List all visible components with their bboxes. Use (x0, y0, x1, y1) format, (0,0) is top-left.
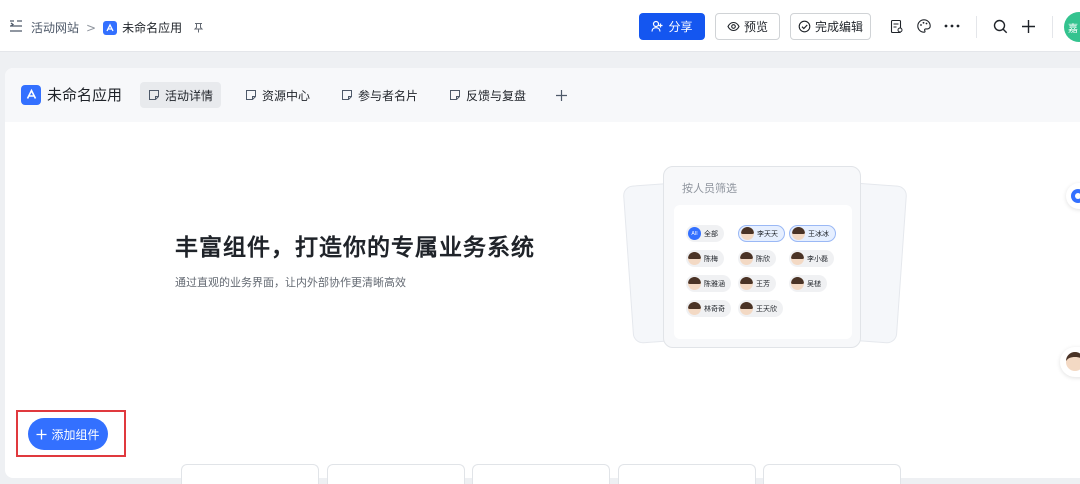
chip-label: 全部 (704, 229, 718, 238)
share-button[interactable]: 分享 (639, 13, 705, 40)
person-chip: 李天天 (738, 225, 785, 242)
page-icon (342, 90, 352, 100)
breadcrumb-separator: > (86, 20, 97, 35)
chip-label: 陈雅涵 (704, 279, 725, 288)
app-logo-icon (21, 84, 41, 105)
share-button-label: 分享 (668, 20, 693, 34)
page-icon (149, 90, 159, 100)
search-icon[interactable] (990, 16, 1010, 36)
app-title: 未命名应用 (21, 84, 122, 105)
component-card[interactable] (763, 464, 901, 484)
chip-label: 王天欣 (756, 304, 777, 313)
sidebar-toggle-icon[interactable] (9, 19, 23, 33)
user-add-icon (651, 20, 663, 32)
tab-label: 活动详情 (165, 88, 214, 103)
toolbar-divider (976, 16, 977, 38)
people-filter-illustration: 按人员筛选 All 全部 李天天 王冰冰 陈梅 陈欣 李小磊 陈雅涵 王芳 吴槌… (620, 162, 910, 362)
tab-label: 反馈与复盘 (466, 88, 527, 103)
pin-icon[interactable] (193, 18, 204, 37)
chip-label: 王芳 (756, 279, 770, 288)
toolbar-divider-2 (1052, 16, 1053, 38)
preview-button[interactable]: 预览 (715, 13, 780, 40)
person-chip: 陈梅 (686, 250, 724, 267)
tab-activity-details[interactable]: 活动详情 (140, 82, 222, 108)
chip-label: 李小磊 (807, 254, 828, 263)
filter-chip-area: All 全部 李天天 王冰冰 陈梅 陈欣 李小磊 陈雅涵 王芳 吴槌 林奇奇 王… (674, 205, 852, 339)
page-icon (450, 90, 460, 100)
component-card[interactable] (618, 464, 756, 484)
person-chip: 林奇奇 (686, 300, 731, 317)
chip-avatar: All (688, 227, 701, 240)
floating-assistant-button[interactable] (1066, 183, 1080, 209)
chip-label: 王冰冰 (808, 229, 829, 238)
assistant-icon (1071, 189, 1080, 203)
app-header: 未命名应用 活动详情 资源中心 参与者名片 反馈与复盘 (5, 68, 1080, 122)
person-chip: 陈欣 (738, 250, 776, 267)
preview-button-label: 预览 (743, 20, 768, 34)
chip-label: 吴槌 (807, 279, 821, 288)
person-chip: 王冰冰 (789, 225, 836, 242)
chip-label: 陈欣 (756, 254, 770, 263)
more-icon[interactable] (942, 16, 962, 36)
finish-editing-label: 完成编辑 (814, 20, 863, 34)
person-chip: 王芳 (738, 275, 776, 292)
add-component-button[interactable]: 添加组件 (28, 418, 108, 450)
component-card[interactable] (181, 464, 319, 484)
chip-label: 陈梅 (704, 254, 718, 263)
filter-panel-title: 按人员筛选 (682, 182, 737, 195)
person-chip: 李小磊 (789, 250, 834, 267)
avatar-icon (1066, 352, 1080, 371)
eye-icon (727, 21, 740, 32)
tab-label: 参与者名片 (358, 88, 419, 103)
tab-feedback-review[interactable]: 反馈与复盘 (441, 82, 534, 108)
floating-avatar-button[interactable] (1060, 347, 1080, 377)
chip-avatar (792, 227, 805, 240)
tab-participant-cards[interactable]: 参与者名片 (333, 82, 426, 108)
check-circle-icon (798, 20, 811, 33)
person-chip: 吴槌 (789, 275, 827, 292)
add-icon[interactable] (1018, 16, 1038, 36)
filter-panel: 按人员筛选 All 全部 李天天 王冰冰 陈梅 陈欣 李小磊 陈雅涵 王芳 吴槌… (663, 166, 861, 348)
finish-editing-button[interactable]: 完成编辑 (790, 13, 871, 40)
add-component-label: 添加组件 (51, 427, 100, 442)
chip-avatar (791, 277, 804, 290)
component-card[interactable] (472, 464, 610, 484)
page-settings-icon[interactable] (886, 16, 906, 36)
chip-avatar (688, 302, 701, 315)
add-tab-icon[interactable] (551, 85, 571, 105)
hero-headline: 丰富组件，打造你的专属业务系统 (175, 235, 535, 261)
tab-resource-center[interactable]: 资源中心 (237, 82, 318, 108)
person-chip: All 全部 (686, 225, 724, 242)
breadcrumb: 活动网站 > 未命名应用 (31, 18, 204, 37)
chip-label: 李天天 (757, 229, 778, 238)
theme-palette-icon[interactable] (914, 16, 934, 36)
hero-subline: 通过直观的业务界面，让内外部协作更清晰高效 (175, 276, 406, 289)
person-chip: 陈雅涵 (686, 275, 731, 292)
user-avatar[interactable]: 嘉 (1064, 12, 1080, 42)
page-icon (246, 90, 256, 100)
chip-avatar (688, 252, 701, 265)
chip-avatar (740, 277, 753, 290)
top-bar: 活动网站 > 未命名应用 分享 预览 完成编辑 嘉 (0, 0, 1080, 52)
app-name-text: 未命名应用 (47, 86, 123, 104)
plus-icon (36, 429, 47, 439)
person-chip: 王天欣 (738, 300, 783, 317)
chip-avatar (741, 227, 754, 240)
chip-avatar (688, 277, 701, 290)
breadcrumb-parent[interactable]: 活动网站 (31, 19, 79, 36)
chip-avatar (791, 252, 804, 265)
component-card[interactable] (327, 464, 465, 484)
chip-avatar (740, 252, 753, 265)
tab-label: 资源中心 (262, 88, 311, 103)
breadcrumb-title[interactable]: 未命名应用 (122, 19, 182, 36)
chip-avatar (740, 302, 753, 315)
chip-label: 林奇奇 (704, 304, 725, 313)
app-canvas: 未命名应用 活动详情 资源中心 参与者名片 反馈与复盘 (5, 68, 1080, 478)
app-icon (103, 20, 118, 35)
